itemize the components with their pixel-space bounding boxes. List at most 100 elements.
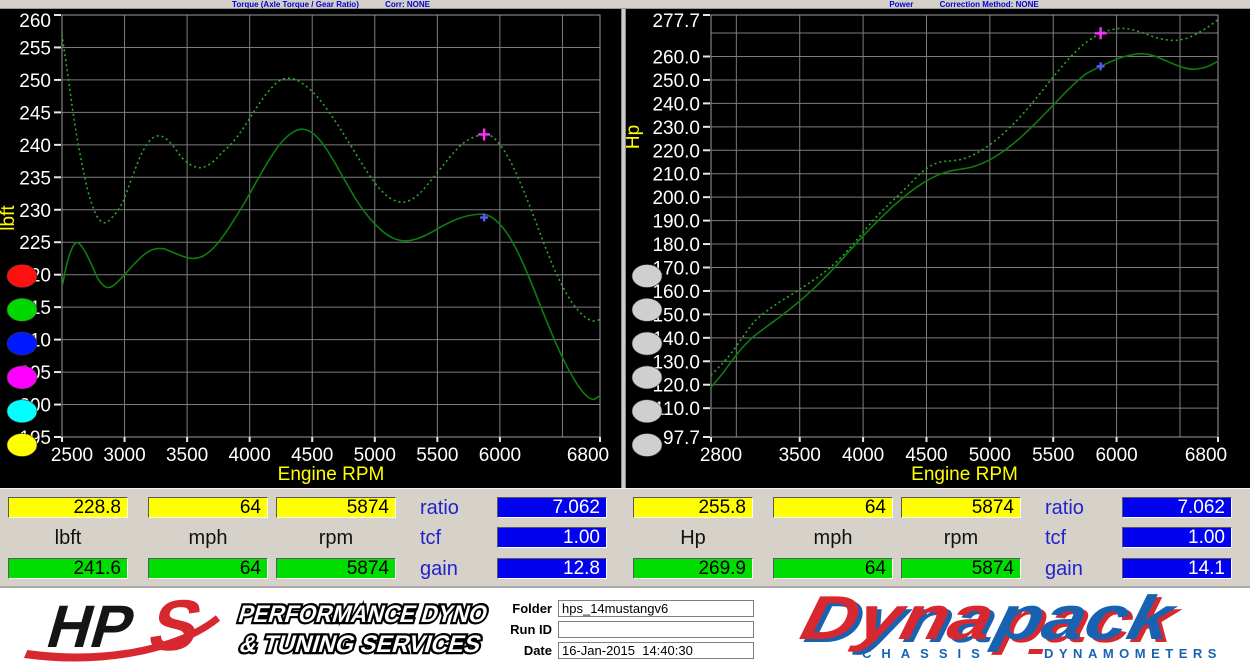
- y-tick-label: 260.0: [652, 47, 700, 68]
- modified-power-value: 269.9: [633, 558, 753, 579]
- x-tick-label: 6000: [479, 445, 521, 466]
- cursor-marker-icon: [478, 128, 491, 141]
- y-tick-label: 180.0: [652, 235, 700, 256]
- x-tick-label: 6800: [1185, 445, 1227, 466]
- run-select-button[interactable]: [631, 264, 663, 288]
- run-select-button[interactable]: [6, 264, 38, 288]
- baseline-run-torque-curve: [61, 128, 601, 401]
- baseline-rpm-value: 5874: [276, 497, 396, 518]
- run-select-button[interactable]: [6, 365, 38, 390]
- hps-tagline-2: & TUNING SERVICES: [237, 631, 485, 657]
- x-tick-label: 5000: [969, 445, 1011, 466]
- rpm-unit-label: rpm: [318, 527, 354, 549]
- x-tick-label: 4000: [229, 445, 271, 466]
- run-select-button[interactable]: [6, 297, 38, 322]
- run-select-button[interactable]: [6, 331, 38, 356]
- torque-title-text: Torque (Axle Torque / Gear Ratio): [232, 0, 359, 9]
- y-tick-label: 250: [19, 71, 51, 92]
- baseline-speed-value: 64: [773, 497, 893, 518]
- y-tick-label: 225: [19, 233, 51, 254]
- x-tick-label: 3500: [166, 445, 208, 466]
- x-tick-label: 3000: [103, 445, 145, 466]
- speed-unit-label: mph: [188, 527, 228, 549]
- tcf-label: tcf: [1045, 527, 1067, 549]
- dynapack-chassis-text: CHASSIS: [862, 646, 990, 661]
- x-tick-label: 6000: [1095, 445, 1137, 466]
- torque-correction-text: Corr: NONE: [385, 0, 430, 9]
- ratio-value: 7.062: [1122, 497, 1232, 518]
- y-tick-label: 200.0: [652, 188, 700, 209]
- x-tick-label: 2500: [51, 445, 93, 466]
- baseline-rpm-value: 5874: [901, 497, 1021, 518]
- gain-value: 14.1: [1122, 558, 1232, 579]
- baseline-speed-value: 64: [148, 497, 268, 518]
- plot-border: [61, 14, 601, 438]
- run-info-form: Folder Run ID Date: [494, 588, 786, 664]
- y-axis-unit-label: Hp: [625, 125, 644, 149]
- gain-label: gain: [420, 558, 458, 580]
- modified-rpm-value: 5874: [276, 558, 396, 579]
- x-tick-label: 5500: [416, 445, 458, 466]
- modified-rpm-value: 5874: [901, 558, 1021, 579]
- x-tick-label: 4500: [905, 445, 947, 466]
- torque-chart: 2602552502452402352302252202152102052001…: [0, 9, 625, 488]
- run-id-input[interactable]: [558, 621, 754, 638]
- run-select-button[interactable]: [6, 433, 38, 457]
- tcf-value: 1.00: [497, 527, 607, 548]
- run-select-button[interactable]: [631, 297, 663, 322]
- folder-input[interactable]: [558, 600, 754, 617]
- ratio-value: 7.062: [497, 497, 607, 518]
- y-tick-label: 240: [19, 136, 51, 157]
- run-select-button[interactable]: [6, 399, 38, 424]
- power-title-text: Power: [889, 0, 914, 9]
- y-tick-label: 250.0: [652, 71, 700, 92]
- y-axis-unit-label: lbft: [0, 205, 19, 231]
- y-tick-label: 235: [19, 168, 51, 189]
- ratio-label: ratio: [420, 497, 459, 519]
- modified-speed-value: 64: [773, 558, 893, 579]
- date-input[interactable]: [558, 642, 754, 659]
- y-tick-label: 240.0: [652, 94, 700, 115]
- power-readout-panel: 255.8 64 5874 Hp mph rpm 269.9 64 5874 r…: [625, 489, 1250, 587]
- x-tick-label: 5000: [354, 445, 396, 466]
- power-unit-label: Hp: [680, 527, 706, 549]
- run-select-button[interactable]: [631, 331, 663, 356]
- cursor-marker-icon: [1094, 27, 1107, 40]
- y-tick-label: 97.7: [663, 428, 700, 449]
- x-tick-label: 2800: [700, 445, 742, 466]
- chart-title-strip: Torque (Axle Torque / Gear Ratio) Corr: …: [0, 0, 1250, 9]
- y-tick-label: 210.0: [652, 165, 700, 186]
- run-id-label: Run ID: [510, 622, 552, 637]
- speed-unit-label: mph: [813, 527, 853, 549]
- y-tick-label: 190.0: [652, 212, 700, 233]
- tcf-label: tcf: [420, 527, 442, 549]
- gain-value: 12.8: [497, 558, 607, 579]
- run-select-button[interactable]: [631, 365, 663, 390]
- x-axis-label: Engine RPM: [911, 464, 1018, 485]
- hps-tagline-1: PERFORMANCE DYNO: [235, 601, 491, 627]
- dynapack-dynamometers-text: DYNAMOMETERS: [1044, 646, 1222, 661]
- rpm-unit-label: rpm: [943, 527, 979, 549]
- y-tick-label: 230.0: [652, 118, 700, 139]
- run-select-button[interactable]: [631, 399, 663, 424]
- modified-speed-value: 64: [148, 558, 268, 579]
- y-tick-label: 277.7: [652, 11, 700, 32]
- y-tick-label: 255: [19, 38, 51, 59]
- x-tick-label: 3500: [779, 445, 821, 466]
- folder-label: Folder: [512, 601, 552, 616]
- torque-readout-panel: 228.8 64 5874 lbft mph rpm 241.6 64 5874…: [0, 489, 625, 587]
- run-select-button[interactable]: [631, 433, 663, 457]
- dynapack-dyna-text: Dyna: [794, 590, 1001, 653]
- baseline-torque-value: 228.8: [8, 497, 128, 518]
- torque-chart-title: Torque (Axle Torque / Gear Ratio) Corr: …: [220, 0, 442, 9]
- plot-border: [710, 14, 1219, 438]
- y-tick-label: 220.0: [652, 141, 700, 162]
- baseline-power-value: 255.8: [633, 497, 753, 518]
- y-tick-label: 245: [19, 103, 51, 124]
- ratio-label: ratio: [1045, 497, 1084, 519]
- y-tick-label: 260: [19, 11, 51, 32]
- power-chart-title: Power Correction Method: NONE: [877, 0, 1050, 9]
- modified-torque-value: 241.6: [8, 558, 128, 579]
- tcf-value: 1.00: [1122, 527, 1232, 548]
- hps-logo: HP S PERFORMANCE DYNO & TUNING SERVICES: [23, 590, 492, 664]
